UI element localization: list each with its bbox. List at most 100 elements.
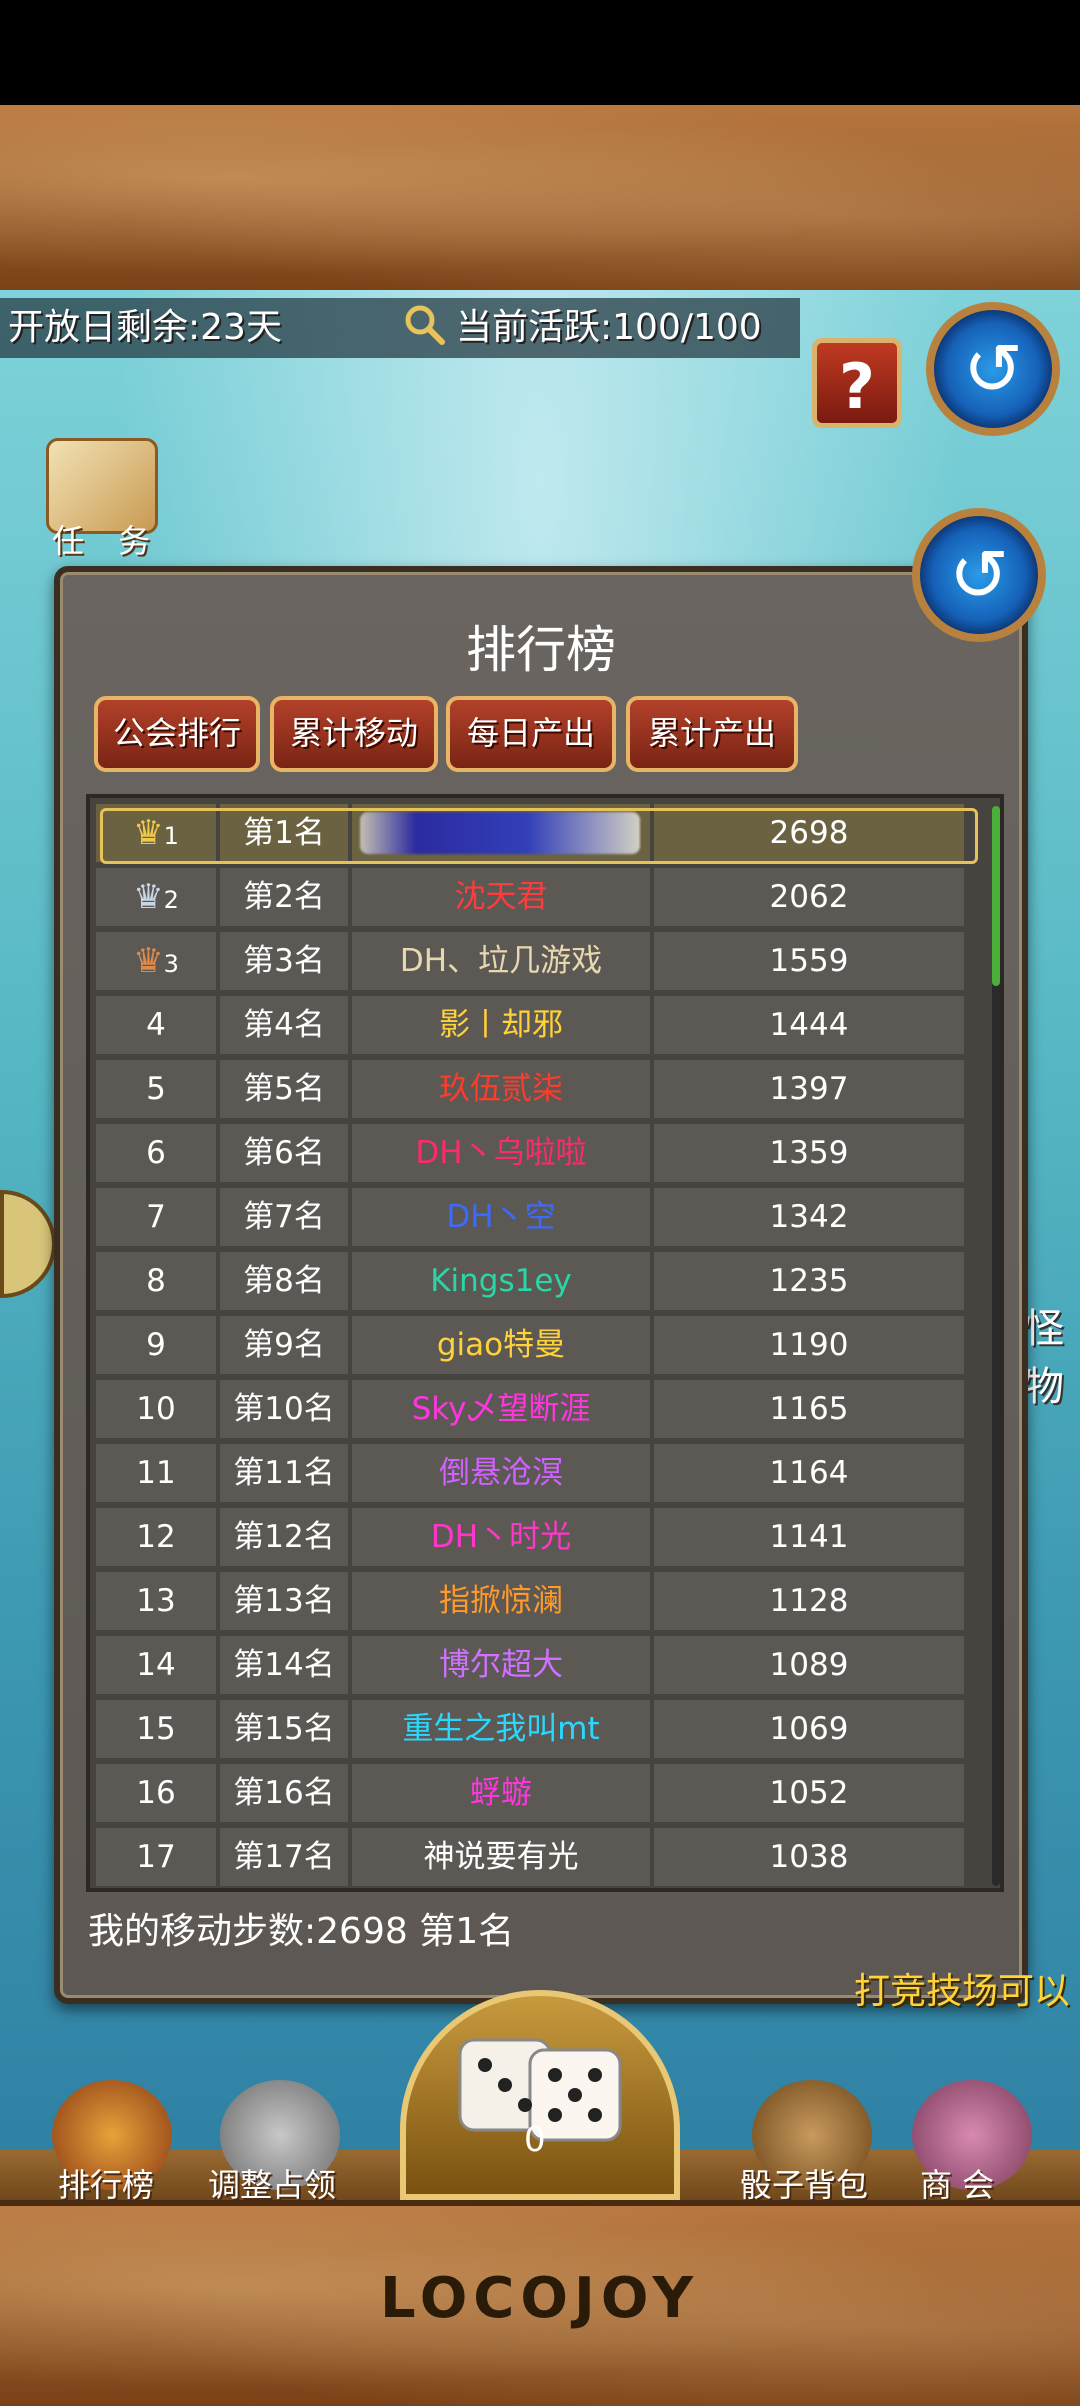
- player-name: [352, 804, 650, 862]
- tab-guild-ranking[interactable]: 公会排行: [94, 696, 260, 772]
- place-label: 第13名: [220, 1572, 348, 1630]
- scrollbar-thumb[interactable]: [992, 806, 1000, 986]
- player-score: 1141: [654, 1508, 964, 1566]
- place-label: 第3名: [220, 932, 348, 990]
- player-name: 重生之我叫mt: [352, 1700, 650, 1758]
- player-name: 指掀惊澜: [352, 1572, 650, 1630]
- player-score: 1359: [654, 1124, 964, 1182]
- player-name: Sky乄望断涯: [352, 1380, 650, 1438]
- dice-count: 0: [524, 2120, 546, 2160]
- top-wood-frame: [0, 105, 1080, 296]
- player-name: 玖伍贰柒: [352, 1060, 650, 1118]
- ranking-list[interactable]: ♛1 第1名 2698 ♛2 第2名 沈天君 2062 ♛3 第3名 DH、垃几游戏 1559 4 第4…: [86, 794, 1004, 1892]
- rank-number: 13: [96, 1572, 216, 1630]
- place-label: 第8名: [220, 1252, 348, 1310]
- place-label: 第16名: [220, 1764, 348, 1822]
- ranking-row[interactable]: 5 第5名 玖伍贰柒 1397: [96, 1060, 980, 1118]
- player-score: 1190: [654, 1316, 964, 1374]
- rank-number: 16: [96, 1764, 216, 1822]
- tab-daily-output[interactable]: 每日产出: [446, 696, 616, 772]
- ranking-row[interactable]: ♛2 第2名 沈天君 2062: [96, 868, 980, 926]
- help-button[interactable]: ?: [812, 338, 902, 428]
- close-swirl-icon[interactable]: ↺: [912, 508, 1046, 642]
- place-label: 第15名: [220, 1700, 348, 1758]
- leaderboard-panel: 排行榜 公会排行 累计移动 每日产出 累计产出 ♛1 第1名 2698 ♛2 第2名 沈天…: [54, 566, 1028, 2004]
- remaining-days: 开放日剩余:23天: [8, 307, 282, 348]
- rank-number: 2: [163, 886, 179, 914]
- rank-number: 1: [163, 822, 179, 850]
- player-score: 2062: [654, 868, 964, 926]
- place-label: 第14名: [220, 1636, 348, 1694]
- crown-icon: ♛: [133, 877, 164, 917]
- place-label: 第17名: [220, 1828, 348, 1886]
- crown-rank-icon: ♛1: [96, 804, 216, 862]
- player-score: 1069: [654, 1700, 964, 1758]
- ranking-row[interactable]: 13 第13名 指掀惊澜 1128: [96, 1572, 980, 1630]
- player-score: 1235: [654, 1252, 964, 1310]
- rank-number: 17: [96, 1828, 216, 1886]
- rank-number: 7: [96, 1188, 216, 1246]
- my-steps-summary: 我的移动步数:2698 第1名: [88, 1911, 515, 1952]
- rank-number: 11: [96, 1444, 216, 1502]
- player-name: 神说要有光: [352, 1828, 650, 1886]
- player-score: 1342: [654, 1188, 964, 1246]
- tab-cumulative-output[interactable]: 累计产出: [626, 696, 798, 772]
- crown-rank-icon: ♛2: [96, 868, 216, 926]
- ranking-row[interactable]: ♛3 第3名 DH、垃几游戏 1559: [96, 932, 980, 990]
- place-label: 第2名: [220, 868, 348, 926]
- ranking-row[interactable]: 4 第4名 影丨却邪 1444: [96, 996, 980, 1054]
- place-label: 第12名: [220, 1508, 348, 1566]
- ranking-row[interactable]: 17 第17名 神说要有光 1038: [96, 1828, 980, 1886]
- rank-number: 15: [96, 1700, 216, 1758]
- ranking-row[interactable]: 14 第14名 博尔超大 1089: [96, 1636, 980, 1694]
- rank-number: 3: [163, 950, 179, 978]
- player-name: DH丶乌啦啦: [352, 1124, 650, 1182]
- player-name: DH丶时光: [352, 1508, 650, 1566]
- ranking-row[interactable]: 16 第16名 蜉蝣 1052: [96, 1764, 980, 1822]
- task-label: 任 务: [52, 522, 163, 560]
- place-label: 第1名: [220, 804, 348, 862]
- player-score: 2698: [654, 804, 964, 862]
- search-icon: [405, 305, 445, 345]
- player-name: 博尔超大: [352, 1636, 650, 1694]
- place-label: 第11名: [220, 1444, 348, 1502]
- top-black-bar: [0, 0, 1080, 105]
- tab-cumulative-moves[interactable]: 累计移动: [270, 696, 438, 772]
- ranking-row[interactable]: 11 第11名 倒悬沧溟 1164: [96, 1444, 980, 1502]
- rank-number: 4: [96, 996, 216, 1054]
- ranking-row[interactable]: ♛1 第1名 2698: [96, 804, 980, 864]
- ranking-row[interactable]: 15 第15名 重生之我叫mt 1069: [96, 1700, 980, 1758]
- ranking-row[interactable]: 8 第8名 Kings1ey 1235: [96, 1252, 980, 1310]
- rank-number: 10: [96, 1380, 216, 1438]
- ranking-row[interactable]: 10 第10名 Sky乄望断涯 1165: [96, 1380, 980, 1438]
- player-name: DH、垃几游戏: [352, 932, 650, 990]
- player-name: 蜉蝣: [352, 1764, 650, 1822]
- player-name: DH丶空: [352, 1188, 650, 1246]
- ranking-row[interactable]: 7 第7名 DH丶空 1342: [96, 1188, 980, 1246]
- place-label: 第9名: [220, 1316, 348, 1374]
- swirl-icon[interactable]: ↺: [926, 302, 1060, 436]
- ranking-row[interactable]: 12 第12名 DH丶时光 1141: [96, 1508, 980, 1566]
- player-name: 沈天君: [352, 868, 650, 926]
- rank-number: 14: [96, 1636, 216, 1694]
- promo-ticker: 打竞技场可以: [854, 1971, 1071, 2012]
- activity-counter: 当前活跃:100/100: [456, 307, 762, 348]
- player-score: 1052: [654, 1764, 964, 1822]
- player-name: giao特曼: [352, 1316, 650, 1374]
- ranking-row[interactable]: 6 第6名 DH丶乌啦啦 1359: [96, 1124, 980, 1182]
- player-score: 1164: [654, 1444, 964, 1502]
- player-name: Kings1ey: [352, 1252, 650, 1310]
- rank-number: 12: [96, 1508, 216, 1566]
- player-score: 1089: [654, 1636, 964, 1694]
- place-label: 第5名: [220, 1060, 348, 1118]
- crown-rank-icon: ♛3: [96, 932, 216, 990]
- player-score: 1444: [654, 996, 964, 1054]
- place-label: 第6名: [220, 1124, 348, 1182]
- rank-number: 6: [96, 1124, 216, 1182]
- rank-number: 9: [96, 1316, 216, 1374]
- player-score: 1559: [654, 932, 964, 990]
- rank-number: 8: [96, 1252, 216, 1310]
- player-score: 1165: [654, 1380, 964, 1438]
- crown-icon: ♛: [133, 813, 164, 853]
- ranking-row[interactable]: 9 第9名 giao特曼 1190: [96, 1316, 980, 1374]
